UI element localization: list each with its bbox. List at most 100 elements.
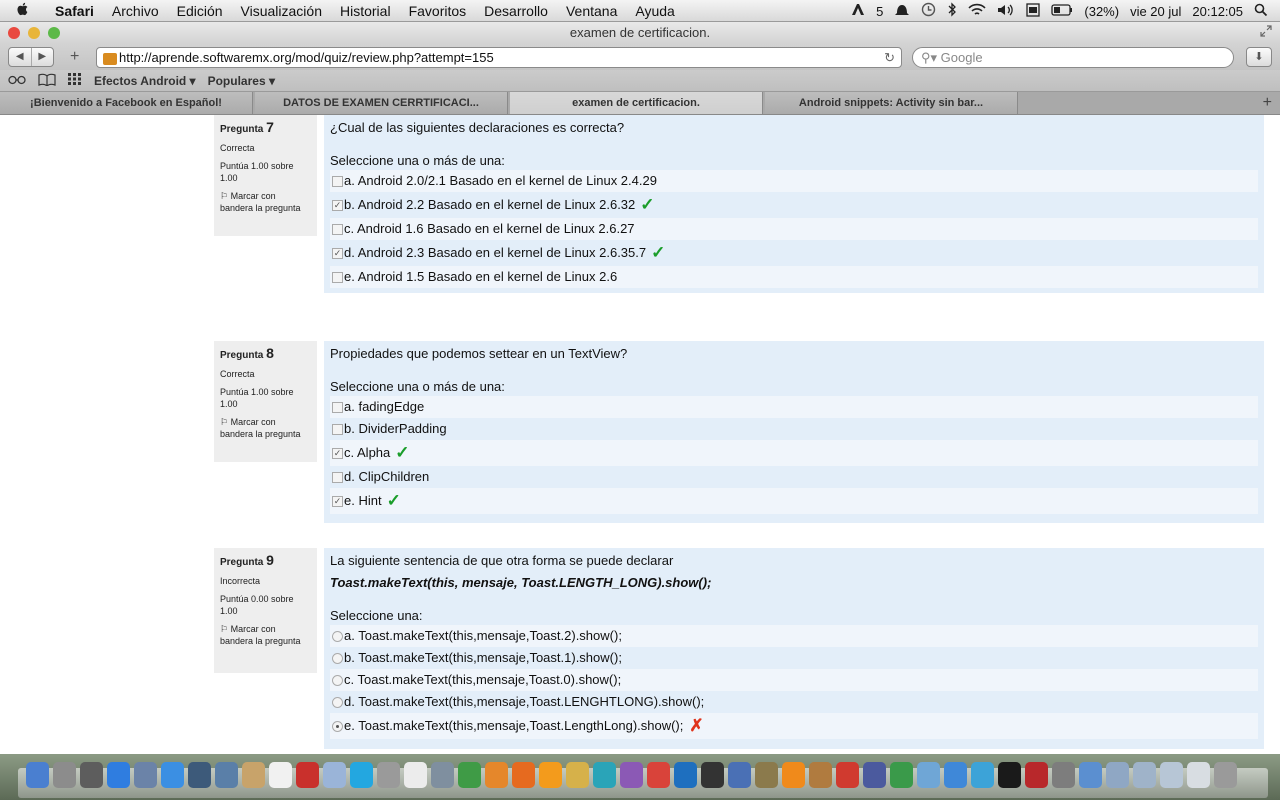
- firefox-icon[interactable]: [512, 762, 535, 788]
- notification-icon[interactable]: [894, 3, 910, 20]
- answer-option[interactable]: c. Toast.makeText(this,mensaje,Toast.0).…: [330, 669, 1258, 691]
- contacts-icon[interactable]: [242, 762, 265, 788]
- answer-option[interactable]: ✓ c. Alpha ✓: [330, 440, 1258, 466]
- checkbox-checked[interactable]: ✓: [332, 247, 343, 259]
- app-store-icon[interactable]: [107, 762, 130, 788]
- launchpad-icon[interactable]: [53, 762, 76, 788]
- bookmarks-book-icon[interactable]: [38, 73, 56, 89]
- checkbox-checked[interactable]: ✓: [332, 199, 343, 211]
- bookmark-efectos-android[interactable]: Efectos Android ▾: [94, 74, 196, 88]
- clock-date[interactable]: vie 20 jul: [1130, 4, 1181, 19]
- radio-button[interactable]: [332, 696, 343, 708]
- xcode-icon[interactable]: [215, 762, 238, 788]
- downloads-folder-icon[interactable]: [1133, 762, 1156, 788]
- forward-arrow-icon[interactable]: ▶: [32, 48, 54, 66]
- search-field[interactable]: ⚲▾ Google: [912, 47, 1234, 68]
- tab-facebook[interactable]: ¡Bienvenido a Facebook en Español!: [0, 92, 253, 114]
- checkbox[interactable]: [332, 401, 343, 413]
- clock-time[interactable]: 20:12:05: [1192, 4, 1243, 19]
- photoshop-icon[interactable]: [674, 762, 697, 788]
- trash-icon[interactable]: [1214, 762, 1237, 788]
- answer-option[interactable]: b. DividerPadding: [330, 418, 1258, 440]
- skype-icon[interactable]: [350, 762, 373, 788]
- system-utility-icon[interactable]: [377, 762, 400, 788]
- answer-option[interactable]: e. Toast.makeText(this,mensaje,Toast.Len…: [330, 713, 1258, 739]
- checkbox[interactable]: [332, 175, 343, 187]
- close-window-icon[interactable]: [8, 27, 20, 39]
- answer-option[interactable]: b. Toast.makeText(this,mensaje,Toast.1).…: [330, 647, 1258, 669]
- answer-option[interactable]: d. Toast.makeText(this,mensaje,Toast.LEN…: [330, 691, 1258, 713]
- photo-booth-icon[interactable]: [431, 762, 454, 788]
- reload-icon[interactable]: ↻: [884, 48, 895, 67]
- stuffit-icon[interactable]: [809, 762, 832, 788]
- unity-icon[interactable]: [701, 762, 724, 788]
- tab-android-snippets[interactable]: Android snippets: Activity sin bar...: [765, 92, 1018, 114]
- blender-icon[interactable]: [485, 762, 508, 788]
- fullscreen-icon[interactable]: [1260, 22, 1272, 44]
- back-arrow-icon[interactable]: ◀: [9, 48, 32, 66]
- menu-visualizacion[interactable]: Visualización: [232, 3, 331, 19]
- checkbox[interactable]: [332, 423, 343, 435]
- flag-question-link[interactable]: ⚐ Marcar con bandera la pregunta: [220, 190, 311, 214]
- radio-button[interactable]: [332, 630, 343, 642]
- eclipse-icon[interactable]: [863, 762, 886, 788]
- terminal-icon[interactable]: [998, 762, 1021, 788]
- apple-menu-icon[interactable]: [0, 1, 46, 21]
- answer-option[interactable]: a. Toast.makeText(this,mensaje,Toast.2).…: [330, 625, 1258, 647]
- tab-examen-certificacion[interactable]: examen de certificacion.: [510, 92, 763, 114]
- network-icon[interactable]: [593, 762, 616, 788]
- menu-favoritos[interactable]: Favoritos: [400, 3, 476, 19]
- twitter-icon[interactable]: [971, 762, 994, 788]
- flag-question-link[interactable]: ⚐ Marcar con bandera la pregunta: [220, 416, 311, 440]
- virtual-machine-icon[interactable]: [728, 762, 751, 788]
- dictionary-icon[interactable]: [917, 762, 940, 788]
- menu-desarrollo[interactable]: Desarrollo: [475, 3, 557, 19]
- radio-button-selected[interactable]: [332, 720, 343, 732]
- flash-icon[interactable]: [1025, 762, 1048, 788]
- flag-question-link[interactable]: ⚐ Marcar con bandera la pregunta: [220, 623, 311, 647]
- puzzle-icon[interactable]: [890, 762, 913, 788]
- checkbox[interactable]: [332, 471, 343, 483]
- finder-icon[interactable]: [26, 762, 49, 788]
- address-bar[interactable]: http://aprende.softwaremx.org/mod/quiz/r…: [96, 47, 902, 68]
- preview-icon[interactable]: [134, 762, 157, 788]
- bookmark-populares[interactable]: Populares ▾: [208, 74, 275, 88]
- virtualbox-icon[interactable]: [323, 762, 346, 788]
- checkbox-checked[interactable]: ✓: [332, 495, 343, 507]
- wifi-icon[interactable]: [968, 3, 986, 20]
- checkbox-checked[interactable]: ✓: [332, 447, 343, 459]
- menu-safari[interactable]: Safari: [46, 3, 103, 19]
- menu-historial[interactable]: Historial: [331, 3, 400, 19]
- menu-archivo[interactable]: Archivo: [103, 3, 168, 19]
- answer-option[interactable]: d. ClipChildren: [330, 466, 1258, 488]
- menu-edicion[interactable]: Edición: [168, 3, 232, 19]
- vlc-icon[interactable]: [782, 762, 805, 788]
- adobe-icon[interactable]: [851, 3, 865, 19]
- calendar-icon[interactable]: [269, 762, 292, 788]
- applications-folder-icon[interactable]: [1079, 762, 1102, 788]
- minimize-window-icon[interactable]: [28, 27, 40, 39]
- stack-folder-icon[interactable]: [1160, 762, 1183, 788]
- radio-button[interactable]: [332, 674, 343, 686]
- menu-ayuda[interactable]: Ayuda: [626, 3, 683, 19]
- menu-ventana[interactable]: Ventana: [557, 3, 626, 19]
- tab-datos-examen[interactable]: DATOS DE EXAMEN CERRTIFICACI...: [255, 92, 508, 114]
- android-icon[interactable]: [458, 762, 481, 788]
- photo-app-icon[interactable]: [755, 762, 778, 788]
- add-bookmark-icon[interactable]: +: [70, 49, 79, 65]
- bluetooth-icon[interactable]: [947, 2, 957, 20]
- checkbox[interactable]: [332, 271, 343, 283]
- mission-control-icon[interactable]: [80, 762, 103, 788]
- radio-button[interactable]: [332, 652, 343, 664]
- spotlight-icon[interactable]: [1254, 3, 1268, 20]
- answer-option[interactable]: a. Android 2.0/2.1 Basado en el kernel d…: [330, 170, 1258, 192]
- game-icon[interactable]: [647, 762, 670, 788]
- battery-icon[interactable]: [1051, 3, 1073, 19]
- answer-option[interactable]: ✓ d. Android 2.3 Basado en el kernel de L…: [330, 240, 1258, 266]
- downloads-icon[interactable]: ⬇: [1246, 47, 1272, 67]
- volume-icon[interactable]: [997, 3, 1015, 20]
- keyboard-flag-icon[interactable]: [1026, 2, 1041, 20]
- illustrator-icon[interactable]: [539, 762, 562, 788]
- gimp-icon[interactable]: [620, 762, 643, 788]
- zoom-window-icon[interactable]: [48, 27, 60, 39]
